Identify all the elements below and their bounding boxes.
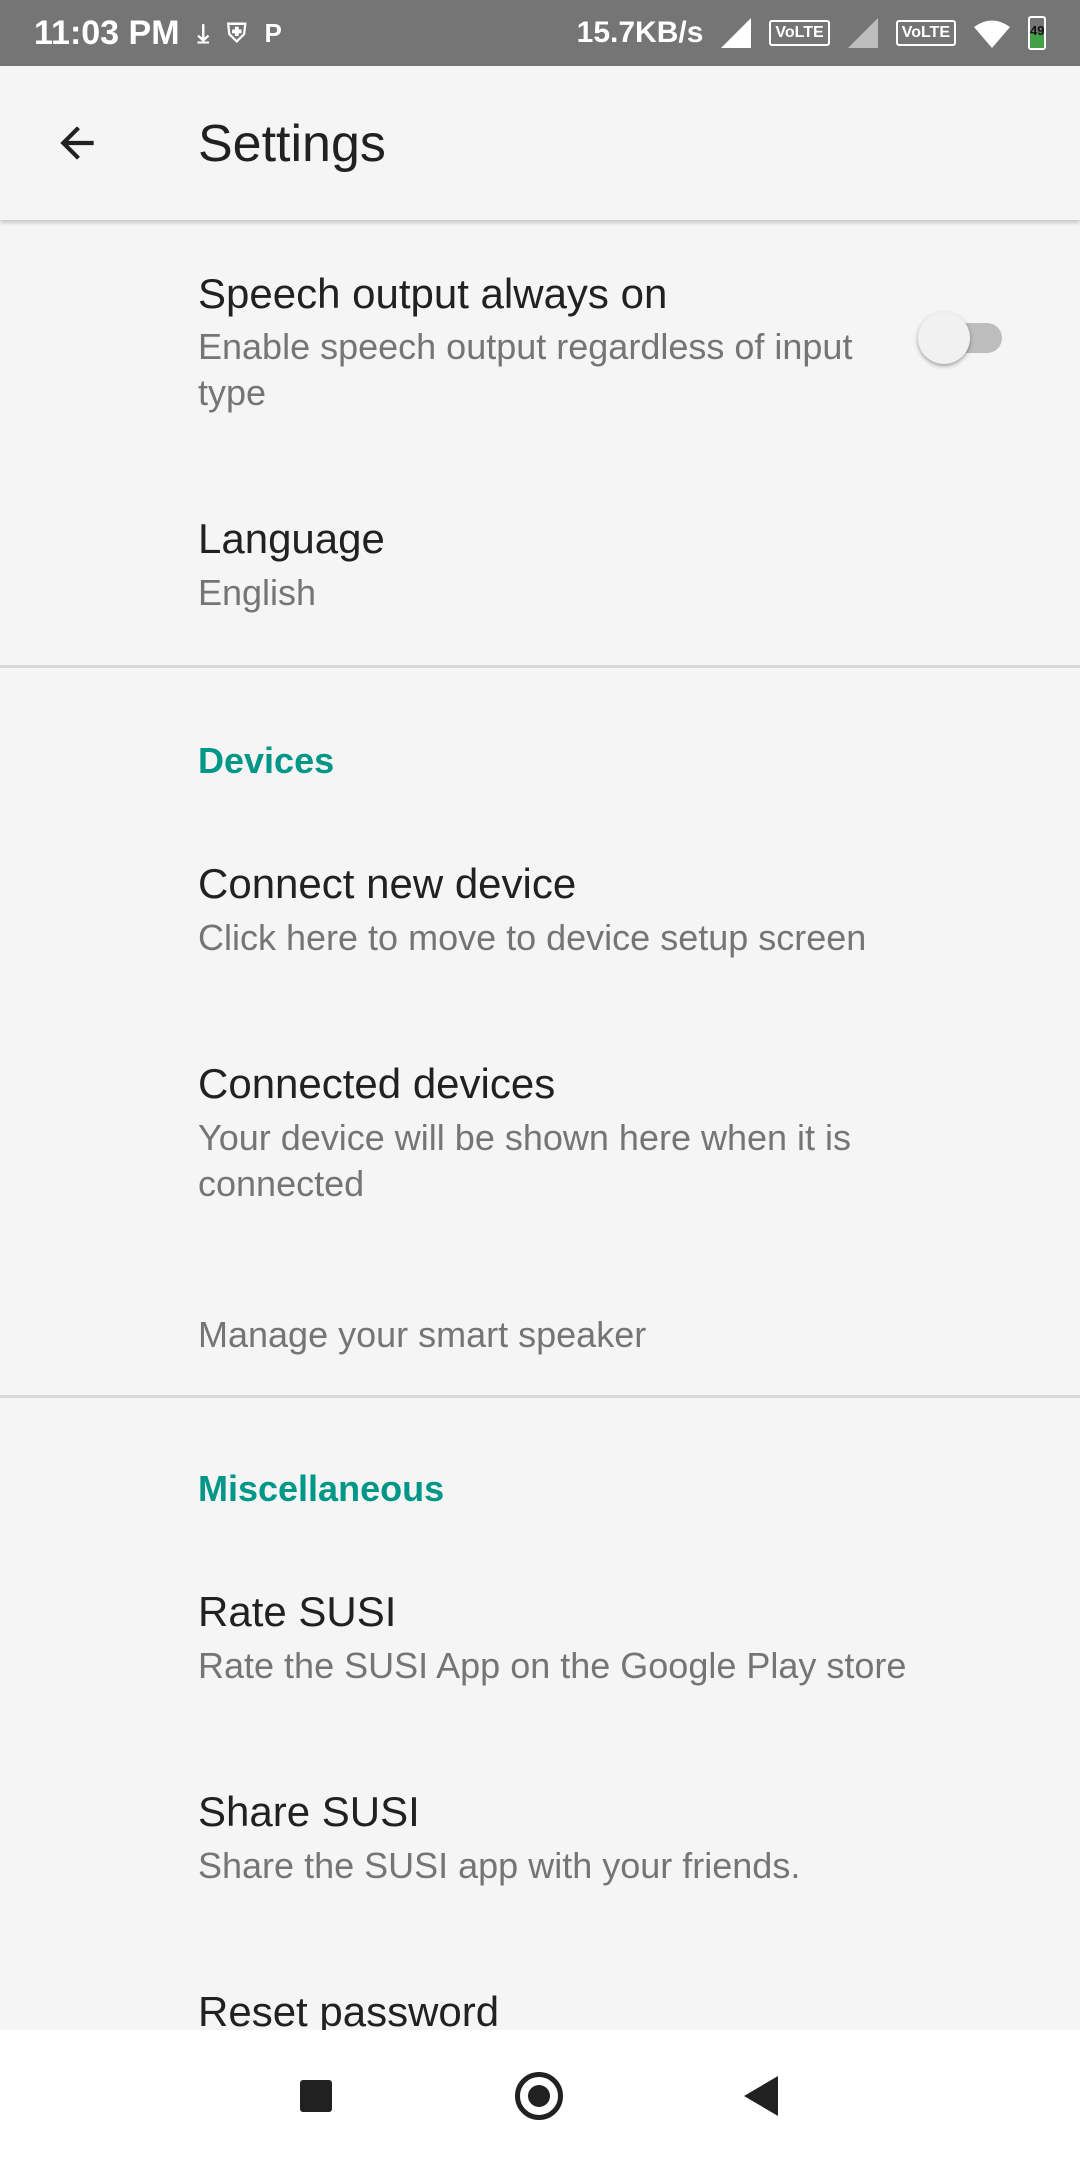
pref-summary: Your device will be shown here when it i… — [198, 1117, 852, 1204]
wifi-icon — [974, 20, 1010, 48]
pref-connect-new-device[interactable]: Connect new device Click here to move to… — [0, 840, 1080, 1040]
pref-summary: Rate the SUSI App on the Google Play sto… — [198, 1645, 907, 1686]
toggle-thumb — [918, 312, 970, 364]
page-title: Settings — [198, 115, 386, 173]
status-bar: 11:03 PM ⤓ ⛨ P 15.7KB/s VoLTE VoLTE 49 — [0, 0, 1080, 66]
home-icon-inner — [528, 2085, 550, 2107]
shield-icon: ⛨ — [227, 18, 247, 48]
status-right: 15.7KB/s VoLTE VoLTE 49 — [577, 16, 1046, 50]
navigation-bar — [0, 2030, 1080, 2160]
pref-title: Rate SUSI — [198, 1588, 397, 1635]
settings-list[interactable]: Speech output always on Enable speech ou… — [0, 220, 1080, 2030]
pref-title: Speech output always on — [198, 270, 668, 317]
signal-icon — [847, 18, 878, 48]
recents-icon[interactable] — [300, 2080, 332, 2112]
pref-title: Connect new device — [198, 860, 577, 907]
speech-output-toggle[interactable] — [918, 312, 1006, 364]
volte-badge: VoLTE — [895, 20, 956, 46]
battery-icon: 49 — [1028, 16, 1046, 50]
status-left: 11:03 PM ⤓ ⛨ P — [34, 14, 282, 53]
pref-title: Connected devices — [198, 1060, 556, 1107]
back-icon[interactable] — [744, 2076, 778, 2116]
divider — [0, 1395, 1080, 1398]
pref-summary: Share the SUSI app with your friends. — [198, 1845, 801, 1886]
pref-speech-output[interactable]: Speech output always on Enable speech ou… — [0, 220, 1080, 480]
battery-level: 49 — [1030, 23, 1045, 38]
pref-summary: Enable speech output regardless of input… — [198, 326, 853, 413]
pref-summary: Click here to move to device setup scree… — [198, 917, 867, 958]
p-icon: P — [264, 18, 282, 48]
pref-title: Share SUSI — [198, 1788, 420, 1835]
status-time: 11:03 PM — [34, 13, 180, 52]
back-button[interactable] — [38, 104, 116, 182]
volte-badge: VoLTE — [769, 20, 830, 46]
pref-title: Language — [198, 515, 385, 562]
pref-language[interactable]: Language English — [0, 480, 1080, 670]
pref-rate-susi[interactable]: Rate SUSI Rate the SUSI App on the Googl… — [0, 1568, 1080, 1768]
pref-connected-devices[interactable]: Connected devices Your device will be sh… — [0, 1040, 1080, 1270]
pref-reset-password[interactable]: Reset password — [0, 1968, 1080, 2030]
pref-summary: English — [198, 572, 317, 613]
pref-title: Reset password — [198, 1988, 500, 2030]
pref-share-susi[interactable]: Share SUSI Share the SUSI app with your … — [0, 1768, 1080, 1968]
arrow-back-icon — [60, 126, 94, 160]
signal-icon — [721, 18, 752, 48]
category-devices: Devices — [198, 740, 335, 781]
divider — [0, 665, 1080, 668]
pref-manage-speaker[interactable]: Manage your smart speaker — [0, 1270, 1080, 1400]
home-icon[interactable] — [515, 2072, 563, 2120]
network-speed: 15.7KB/s — [576, 16, 704, 49]
pref-summary: Manage your smart speaker — [198, 1314, 647, 1355]
app-bar: Settings — [0, 66, 1080, 220]
download-icon: ⤓ — [197, 18, 210, 48]
category-miscellaneous: Miscellaneous — [198, 1468, 445, 1509]
